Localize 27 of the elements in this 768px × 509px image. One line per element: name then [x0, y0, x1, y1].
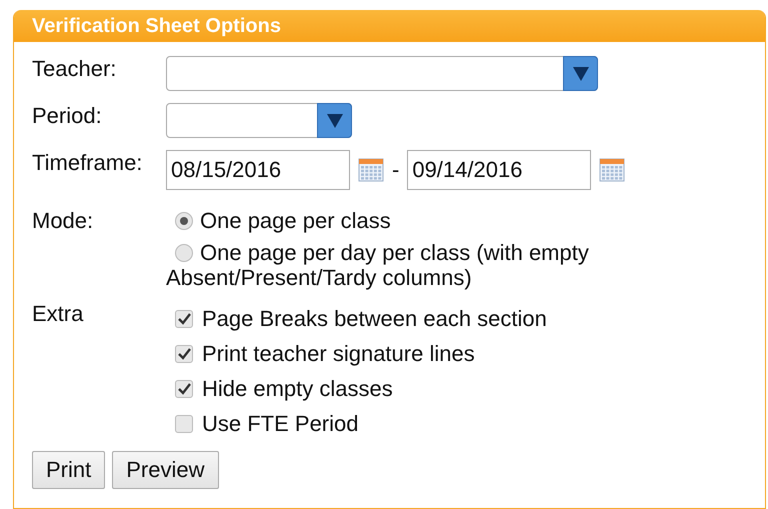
radio-icon[interactable] — [175, 244, 193, 262]
radio-selected-icon[interactable] — [175, 212, 193, 230]
dropdown-arrow-icon — [572, 66, 588, 80]
panel-title: Verification Sheet Options — [32, 14, 281, 38]
field-label: Timeframe: — [32, 150, 144, 177]
field-label: Mode: — [32, 208, 94, 235]
date-separator: - — [392, 157, 400, 183]
field-label: Teacher: — [32, 56, 118, 83]
radio-option[interactable]: One page per class — [166, 208, 650, 233]
checkbox-label: Page Breaks between each section — [202, 306, 547, 332]
field-label: Period: — [32, 103, 103, 130]
checkbox-label: Hide empty classes — [202, 376, 393, 402]
preview-button[interactable]: Preview — [112, 451, 218, 489]
checkbox[interactable] — [175, 344, 193, 362]
period-select[interactable] — [166, 103, 352, 138]
end-date-field[interactable]: 09/14/2016 — [407, 150, 592, 190]
checkbox-label: Print teacher signature lines — [202, 340, 475, 366]
radio-option[interactable]: One page per day per class (with empty Absent/Present/Tardy columns) — [166, 240, 650, 290]
checkbox[interactable] — [175, 414, 193, 432]
teacher-select[interactable] — [166, 56, 598, 91]
print-button[interactable]: Print — [32, 451, 106, 489]
start-date-field[interactable]: 08/15/2016 — [166, 150, 350, 190]
field-label: Extra — [32, 301, 84, 328]
checkbox[interactable] — [175, 380, 193, 398]
checkbox-label: Use FTE Period — [202, 410, 358, 436]
dropdown-arrow-icon — [326, 114, 342, 128]
checkbox[interactable] — [175, 310, 193, 328]
